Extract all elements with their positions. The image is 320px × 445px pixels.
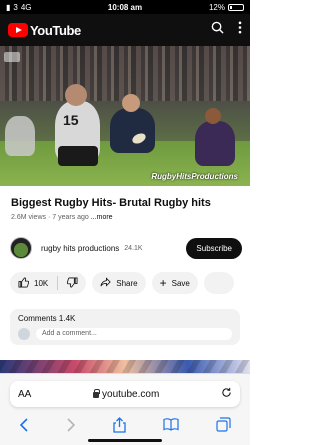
comments-section[interactable]: Comments 1.4K Add a comment... [10,309,240,345]
subscriber-count: 24.1K [124,244,143,252]
like-dislike-pill: 10K [10,272,87,294]
address-bar[interactable]: AA youtube.com [10,381,240,407]
video-player-figure [65,84,87,106]
channel-row: rugby hits productions 24.1K Subscribe [10,235,242,261]
status-time: 10:08 am [107,2,143,12]
reload-icon[interactable] [221,385,232,403]
pill-divider [57,276,59,290]
status-bar: ▮ 3 4G 10:08 am 12% [0,0,250,14]
back-icon[interactable] [19,417,29,437]
share-label: Share [116,278,138,288]
video-meta[interactable]: 2.6M views · 7 years ago ...more [11,214,113,221]
tabs-icon[interactable] [216,417,231,437]
video-player-figure [110,108,155,153]
video-player[interactable]: 15 RugbyHitsProductions [0,46,250,186]
reader-options-button[interactable]: AA [18,389,31,400]
safari-toolbar: AA youtube.com [0,373,250,445]
home-indicator [88,439,162,442]
thumbs-up-icon[interactable] [18,277,30,290]
signal-icon: ▮ [6,2,11,12]
bookmarks-icon[interactable] [163,418,179,436]
channel-avatar[interactable] [10,237,32,259]
video-player-figure [58,146,98,166]
plus-icon: + [159,276,167,290]
add-comment-input[interactable]: Add a comment... [36,328,232,340]
video-watermark: RugbyHitsProductions [151,172,238,181]
user-avatar [18,328,30,340]
forward-icon[interactable] [66,417,76,437]
upload-age: 7 years ago [52,214,89,221]
jersey-number: 15 [63,112,79,128]
thumbs-down-icon[interactable] [67,277,78,290]
battery-percent: 12% [208,2,225,12]
video-title: Biggest Rugby Hits- Brutal Rugby hits [11,197,211,209]
action-bar: 10K Share + Save [10,272,250,294]
battery-icon [228,3,244,11]
comments-header: Comments 1.4K [18,314,76,323]
video-player-figure [5,116,35,156]
signal-strength: 3 [13,2,18,12]
youtube-logo[interactable]: YouTube [8,23,81,38]
youtube-wordmark: YouTube [30,22,81,38]
channel-name[interactable]: rugby hits productions [41,244,119,253]
lock-icon [93,389,101,398]
more-actions-button[interactable] [203,272,234,294]
more-icon[interactable] [238,21,242,39]
save-button[interactable]: + Save [151,272,198,294]
network-type: 4G [20,2,32,12]
youtube-header: YouTube [0,14,250,46]
video-player-figure [205,108,221,124]
youtube-play-icon [8,23,28,37]
video-crowd [0,46,250,101]
view-count: 2.6M views [11,214,47,221]
video-player-figure [195,121,235,166]
url-display[interactable]: youtube.com [31,389,221,400]
share-icon [100,277,111,289]
save-label: Save [171,278,190,288]
subscribe-button[interactable]: Subscribe [186,237,242,259]
like-count[interactable]: 10K [34,279,48,288]
video-player-figure [122,94,140,112]
more-link[interactable]: ...more [91,214,113,221]
share-button[interactable]: Share [92,272,146,294]
video-corner-logo [4,52,20,62]
search-icon[interactable] [211,21,224,39]
url-text: youtube.com [102,388,160,400]
share-sheet-icon[interactable] [113,416,126,438]
